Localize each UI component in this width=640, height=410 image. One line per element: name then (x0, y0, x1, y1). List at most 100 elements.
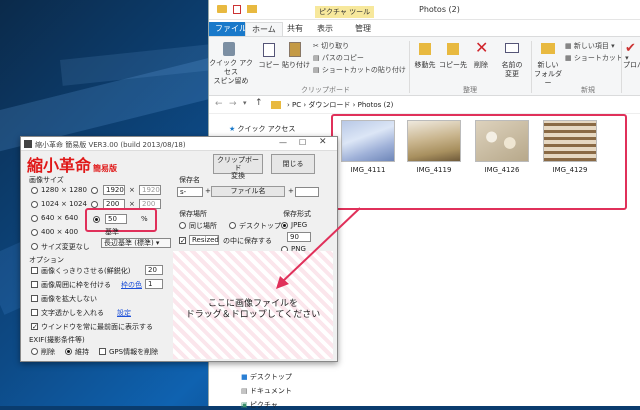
same-place-label: 同じ場所 (189, 222, 217, 230)
jpeg-radio[interactable] (281, 222, 288, 229)
border-width-field[interactable]: 1 (145, 279, 163, 289)
up-icon[interactable]: ↑ (255, 98, 263, 108)
shortcut-button[interactable]: ▦ ショートカット ▾ (565, 53, 629, 63)
group-organize-label: 整理 (463, 86, 477, 94)
exif-label: EXIF(撮影条件等) (29, 336, 85, 344)
suffix-field[interactable] (295, 187, 319, 197)
window-title: 縮小革命 簡易版 VER3.00 (build 2013/08/18) (35, 141, 186, 149)
size-400-radio[interactable] (31, 229, 38, 236)
nav-pictures[interactable]: ▣ ピクチャ (241, 400, 278, 410)
paste-button[interactable]: 貼り付け (279, 61, 313, 70)
folder-icon (271, 101, 281, 109)
new-item-button[interactable]: ▦ 新しい項目 ▾ (565, 41, 615, 51)
ribbon-tabs: ファイル ホーム 共有 表示 管理 (209, 20, 640, 36)
breadcrumb[interactable]: › PC › ダウンロード › Photos (2) (287, 100, 393, 110)
same-place-radio[interactable] (179, 222, 186, 229)
size-640-label: 640 × 640 (41, 214, 79, 222)
breadcrumb-photos[interactable]: Photos (2) (358, 101, 394, 109)
savename-label: 保存名 (179, 176, 200, 184)
delete-button[interactable]: 削除 (467, 61, 495, 70)
watermark-settings-link[interactable]: 設定 (117, 308, 131, 318)
move-to-button[interactable]: 移動先 (411, 61, 439, 70)
minimize-button[interactable]: — (279, 138, 287, 147)
size-400-label: 400 × 400 (41, 228, 79, 236)
percent-radio[interactable] (93, 216, 100, 223)
breadcrumb-pc[interactable]: PC (292, 101, 301, 109)
sharpen-checkbox[interactable] (31, 267, 38, 274)
size-1024-label: 1024 × 1024 (41, 200, 87, 208)
quality-field[interactable]: 90 (287, 232, 311, 242)
size-640-radio[interactable] (31, 215, 38, 222)
basis-select[interactable]: 長辺基準 (標準) ▾ (101, 238, 171, 248)
text-watermark-label: 文字透かしを入れる (41, 309, 104, 317)
close-button[interactable]: 閉じる (271, 154, 315, 174)
delete-icon: ✕ (475, 38, 489, 57)
properties-button[interactable]: プロパ (623, 61, 640, 70)
tab-view[interactable]: 表示 (311, 22, 339, 36)
drop-zone[interactable]: ここに画像ファイルを ドラッグ＆ドロップしてください (173, 251, 333, 359)
properties-icon[interactable] (233, 5, 241, 14)
exif-delete-label: 削除 (41, 348, 55, 356)
nav-documents[interactable]: ▤ ドキュメント (241, 386, 292, 396)
border-checkbox[interactable] (31, 281, 38, 288)
gps-delete-label: GPS情報を削除 (109, 348, 159, 356)
tab-manage[interactable]: 管理 (349, 22, 377, 36)
cut-button[interactable]: ✂ 切り取り (313, 41, 349, 51)
maximize-button[interactable]: ☐ (299, 138, 306, 147)
nav-desktop[interactable]: ■ デスクトップ (241, 372, 292, 382)
new-folder-icon (541, 43, 555, 54)
highlight-frame (331, 114, 627, 210)
tab-home[interactable]: ホーム (245, 22, 283, 36)
clipboard-convert-button[interactable]: クリップボード 変換 (213, 154, 263, 180)
prefix-field[interactable]: s- (177, 187, 203, 197)
copy-icon (263, 43, 275, 57)
address-bar: ← → ▾ ↑ › PC › ダウンロード › Photos (2) (209, 96, 640, 114)
breadcrumb-downloads[interactable]: ダウンロード (308, 101, 350, 109)
sharpen-value-field[interactable]: 20 (145, 265, 163, 275)
size-1280-radio[interactable] (31, 187, 38, 194)
resized-folder-checkbox[interactable]: ✓ (179, 237, 186, 245)
nav-quick-access[interactable]: ★ クイック アクセス (229, 124, 295, 134)
no-resize-radio[interactable] (31, 243, 38, 250)
chevron-down-icon[interactable]: ▾ (243, 99, 247, 107)
copy-path-button[interactable]: ▤ パスのコピー (313, 53, 364, 63)
no-resize-label: サイズ変更なし (41, 243, 90, 251)
back-icon[interactable]: ← (215, 99, 223, 109)
custom-size-radio[interactable] (91, 187, 98, 194)
check-icon: ✔ (625, 41, 636, 56)
new-folder-button[interactable]: 新しい フォルダー (533, 61, 563, 88)
format-label: 保存形式 (283, 210, 311, 218)
pin-quick-access-button[interactable]: クイック アクセス スピン留め (207, 59, 255, 86)
paste-shortcut-button[interactable]: ▤ ショートカットの貼り付け (313, 65, 406, 75)
ribbon: クイック アクセス スピン留め コピー 貼り付け ✂ 切り取り ▤ パスのコピー … (209, 36, 640, 96)
window-title: Photos (2) (419, 5, 460, 14)
exif-delete-radio[interactable] (31, 348, 38, 355)
resized-folder-field[interactable]: Resized (189, 235, 219, 245)
close-window-button[interactable]: ✕ (319, 137, 327, 147)
forward-icon[interactable]: → (229, 99, 237, 109)
filename-button[interactable]: ファイル名 (211, 186, 285, 197)
percent-unit: % (141, 215, 148, 223)
no-enlarge-checkbox[interactable] (31, 295, 38, 302)
always-on-top-checkbox[interactable]: ✓ (31, 323, 38, 331)
new-folder-icon[interactable] (247, 5, 257, 13)
rename-icon (505, 43, 519, 53)
tab-share[interactable]: 共有 (281, 22, 309, 36)
border-color-link[interactable]: 枠の色 (121, 280, 142, 290)
gps-delete-checkbox[interactable] (99, 348, 106, 355)
group-clipboard-label: クリップボード (301, 86, 350, 94)
desktop-radio[interactable] (229, 222, 236, 229)
rename-button[interactable]: 名前の 変更 (497, 61, 527, 79)
percent-field[interactable]: 50 (105, 214, 127, 224)
always-on-top-label: ウインドウを常に最前面に表示する (41, 323, 153, 331)
custom-height-field[interactable]: 1920 (139, 185, 161, 195)
savedir-label: 保存場所 (179, 210, 207, 218)
title-bar: 縮小革命 簡易版 VER3.00 (build 2013/08/18) — ☐ … (21, 137, 337, 151)
group-new-label: 新規 (581, 86, 595, 94)
custom2-size-radio[interactable] (91, 201, 98, 208)
copy-to-button[interactable]: コピー先 (439, 61, 467, 70)
custom-width-field[interactable]: 1920 (103, 185, 125, 195)
text-watermark-checkbox[interactable] (31, 309, 38, 316)
size-1024-radio[interactable] (31, 201, 38, 208)
exif-keep-radio[interactable] (65, 348, 72, 355)
